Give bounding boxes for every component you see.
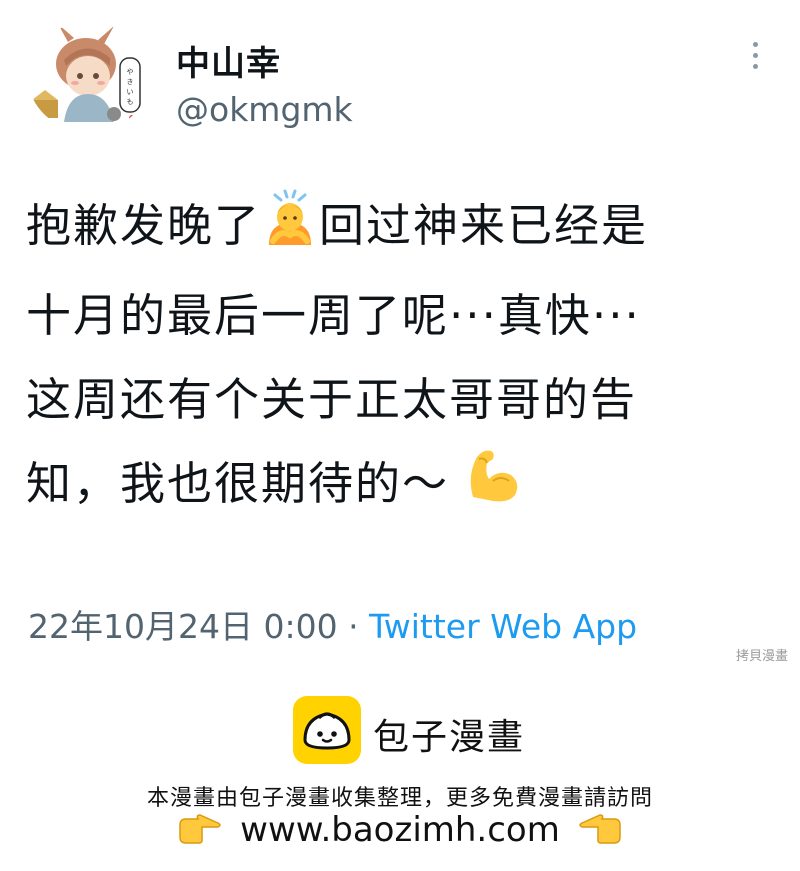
- tweet-line-4: 知，我也很期待的～: [26, 442, 776, 532]
- display-name[interactable]: 中山幸: [176, 36, 281, 85]
- source-app-link[interactable]: Twitter Web App: [369, 607, 637, 646]
- tweet-line-3: 这周还有个关于正太哥哥的告: [26, 373, 638, 426]
- bun-logo-icon: [293, 696, 361, 764]
- more-options-button[interactable]: [744, 42, 766, 76]
- tweet-text: 抱歉发晚了 回过神来已经是 十月的最后一周了呢···真快··· 这周还有个关于正…: [26, 184, 776, 532]
- tweet-text-segment: 回过神来已经是: [319, 199, 649, 252]
- tweet-meta: 22年10月24日 0:00 · Twitter Web App: [28, 600, 637, 648]
- watermark-url-row: www.baozimh.com: [0, 810, 800, 854]
- svg-text:き: き: [127, 78, 134, 86]
- tweet-text-segment: 知，我也很期待的～: [26, 457, 450, 510]
- person-raising-hand-icon: [261, 189, 319, 274]
- flexed-biceps-icon: [463, 445, 523, 532]
- avatar[interactable]: や き い も: [28, 22, 150, 132]
- tweet-text-segment: 抱歉发晚了: [26, 199, 262, 252]
- tweet-timestamp[interactable]: 22年10月24日 0:00: [28, 607, 338, 646]
- pointing-left-hand-icon: [578, 813, 622, 854]
- more-dot: [752, 53, 758, 58]
- svg-text:や: や: [127, 68, 134, 76]
- user-handle[interactable]: @okmgmk: [176, 90, 353, 129]
- more-dot: [752, 64, 758, 69]
- tweet-line-1: 抱歉发晚了 回过神来已经是: [26, 184, 776, 274]
- svg-text:い: い: [127, 88, 134, 96]
- tweet-line-2: 十月的最后一周了呢···真快···: [26, 289, 641, 342]
- watermark-notice: 本漫畫由包子漫畫收集整理，更多免費漫畫請訪問: [146, 786, 653, 811]
- svg-text:も: も: [127, 98, 134, 106]
- watermark-url[interactable]: www.baozimh.com: [240, 810, 560, 850]
- more-dot: [752, 42, 758, 47]
- brand-name: 包子漫畫: [373, 717, 526, 758]
- meta-separator: ·: [348, 607, 359, 646]
- corner-watermark: 拷貝漫畫: [735, 645, 788, 664]
- pointing-right-hand-icon: [178, 813, 222, 854]
- avatar-illustration: や き い も: [32, 24, 141, 122]
